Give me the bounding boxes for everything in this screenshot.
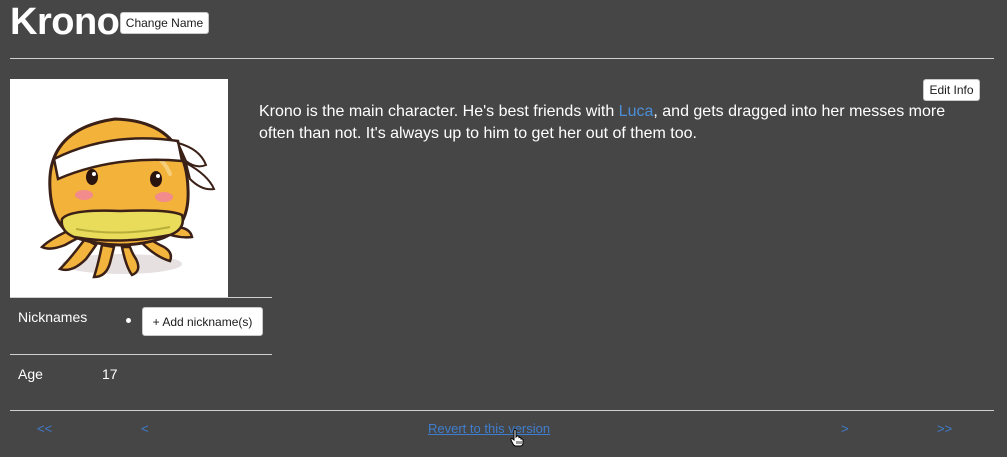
revert-version-link[interactable]: Revert to this version xyxy=(428,421,550,436)
edit-info-button[interactable]: Edit Info xyxy=(923,79,980,101)
hand-cursor-icon xyxy=(510,429,524,447)
last-version-link[interactable]: >> xyxy=(937,421,952,436)
nicknames-label: Nicknames xyxy=(18,309,88,325)
header-divider xyxy=(10,58,994,59)
previous-version-link[interactable]: < xyxy=(141,421,149,436)
age-value: 17 xyxy=(102,366,118,382)
fields-divider xyxy=(10,354,272,355)
first-version-link[interactable]: << xyxy=(37,421,52,436)
description-text-prefix: Krono is the main character. He's best f… xyxy=(259,103,619,120)
next-version-link[interactable]: > xyxy=(841,421,849,436)
age-label: Age xyxy=(18,366,43,382)
nickname-bullet xyxy=(126,318,131,323)
luca-link[interactable]: Luca xyxy=(619,103,654,120)
character-avatar xyxy=(10,79,228,297)
footer-divider xyxy=(10,410,994,411)
avatar-divider xyxy=(10,297,272,298)
page-title: Krono xyxy=(10,1,120,43)
character-description: Krono is the main character. He's best f… xyxy=(259,101,984,145)
add-nickname-button[interactable]: + Add nickname(s) xyxy=(142,307,263,336)
octopus-illustration xyxy=(39,117,216,279)
change-name-button[interactable]: Change Name xyxy=(120,12,209,34)
